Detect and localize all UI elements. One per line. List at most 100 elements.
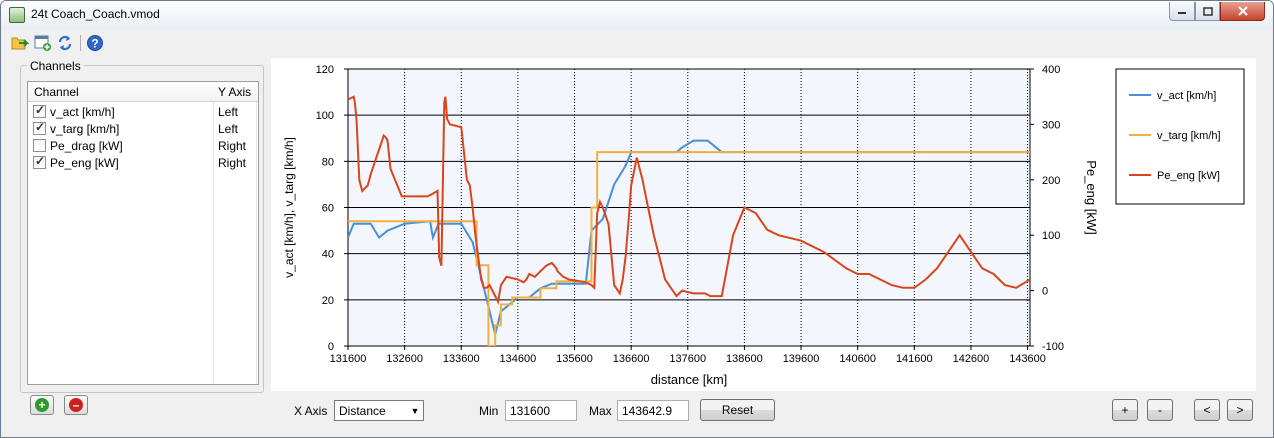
channel-axis[interactable]: Right xyxy=(218,139,246,153)
x-tick-label: 137600 xyxy=(669,353,706,365)
refresh-button[interactable] xyxy=(56,34,74,52)
y-left-tick-label: 20 xyxy=(322,295,334,307)
toolbar-separator xyxy=(80,35,81,51)
channel-checkbox[interactable] xyxy=(33,139,46,152)
zoom-out-label: - xyxy=(1158,403,1162,417)
table-row[interactable]: ✓ v_act [km/h] Left xyxy=(28,103,258,120)
reset-button[interactable]: Reset xyxy=(700,399,775,421)
y-left-tick-label: 100 xyxy=(316,110,334,122)
x-tick-label: 142600 xyxy=(953,353,990,365)
x-tick-label: 133600 xyxy=(443,353,480,365)
previous-label: < xyxy=(1203,403,1211,417)
channel-name: v_act [km/h] xyxy=(50,105,115,119)
minus-icon: – xyxy=(69,398,83,412)
open-file-button[interactable] xyxy=(11,34,30,52)
x-tick-label: 143600 xyxy=(1009,353,1046,365)
grid-header: Channel Y Axis xyxy=(28,82,258,102)
table-row[interactable]: ✓ v_targ [km/h] Left xyxy=(28,120,258,137)
window-title: 24t Coach_Coach.vmod xyxy=(31,7,160,21)
min-input[interactable]: 131600 xyxy=(505,400,577,421)
table-row[interactable]: ✓ Pe_eng [kW] Right xyxy=(28,154,258,171)
channel-checkbox[interactable]: ✓ xyxy=(33,120,46,135)
check-mark-icon: ✓ xyxy=(35,154,46,168)
y-left-tick-label: 60 xyxy=(322,203,334,215)
refresh-icon xyxy=(58,35,72,51)
add-file-button[interactable] xyxy=(34,34,52,52)
x-axis-select[interactable]: Distance ▼ xyxy=(334,400,424,421)
channel-checkbox[interactable]: ✓ xyxy=(33,103,46,118)
zoom-in-button[interactable]: + xyxy=(1112,399,1138,421)
app-window: 24t Coach_Coach.vmod ? Channels Channel … xyxy=(0,0,1274,438)
x-tick-label: 131600 xyxy=(330,353,367,365)
min-input-value: 131600 xyxy=(510,404,551,418)
min-label: Min xyxy=(479,404,499,418)
channels-group-label: Channels xyxy=(27,59,84,73)
help-icon: ? xyxy=(87,35,103,51)
legend-label-v-act: v_act [km/h] xyxy=(1157,90,1216,102)
chart[interactable]: 131600 132600 133600 134600 135600 136600 1376… xyxy=(271,58,1256,391)
y-right-tick-label: 300 xyxy=(1042,119,1060,131)
y-left-tick-label: 80 xyxy=(322,156,334,168)
x-tick-label: 136600 xyxy=(613,353,650,365)
x-tick-label: 132600 xyxy=(386,353,423,365)
channel-name: v_targ [km/h] xyxy=(50,122,120,136)
x-tick-label: 138600 xyxy=(726,353,763,365)
channels-grid: Channel Y Axis ✓ v_act [km/h] Left ✓ v_t… xyxy=(27,81,259,385)
x-tick-label: 139600 xyxy=(783,353,820,365)
x-tick-label: 141600 xyxy=(896,353,933,365)
app-icon xyxy=(9,7,25,23)
y-right-axis-title: Pe_eng [kW] xyxy=(1084,160,1099,234)
y-right-tick-label: -100 xyxy=(1042,341,1064,353)
channel-name: Pe_drag [kW] xyxy=(50,139,123,153)
channel-axis[interactable]: Right xyxy=(218,156,246,170)
close-button[interactable] xyxy=(1220,2,1265,21)
maximize-icon xyxy=(1202,6,1213,16)
channel-checkbox[interactable]: ✓ xyxy=(33,154,46,169)
title-bar: 24t Coach_Coach.vmod xyxy=(1,1,1273,29)
maximize-button[interactable] xyxy=(1195,2,1220,21)
legend-label-pe-eng: Pe_eng [kW] xyxy=(1157,170,1220,182)
svg-text:?: ? xyxy=(91,37,98,51)
max-label: Max xyxy=(589,404,612,418)
x-tick-label: 140600 xyxy=(839,353,876,365)
y-right-tick-label: 100 xyxy=(1042,230,1060,242)
channel-axis[interactable]: Left xyxy=(218,122,238,136)
y-right-tick-label: 200 xyxy=(1042,175,1060,187)
next-label: > xyxy=(1236,403,1244,417)
add-file-icon xyxy=(34,35,51,51)
column-header-y-axis[interactable]: Y Axis xyxy=(218,85,251,99)
minimize-button[interactable] xyxy=(1169,2,1195,21)
check-mark-icon: ✓ xyxy=(35,103,46,117)
y-left-tick-label: 120 xyxy=(316,64,334,76)
channel-name: Pe_eng [kW] xyxy=(50,156,119,170)
chevron-down-icon: ▼ xyxy=(410,405,420,416)
x-tick-label: 135600 xyxy=(556,353,593,365)
check-mark-icon: ✓ xyxy=(35,120,46,134)
close-icon xyxy=(1237,6,1248,16)
minimize-icon xyxy=(1178,12,1186,14)
x-axis-label: X Axis xyxy=(294,404,328,418)
plus-icon: + xyxy=(35,398,49,412)
y-right-tick-label: 0 xyxy=(1042,286,1048,298)
reset-button-label: Reset xyxy=(721,403,754,417)
help-button[interactable]: ? xyxy=(86,34,104,52)
x-tick-label: 134600 xyxy=(500,353,537,365)
column-header-channel[interactable]: Channel xyxy=(34,85,79,99)
next-button[interactable]: > xyxy=(1227,399,1253,421)
max-input-value: 143642.9 xyxy=(622,404,673,418)
legend-label-v-targ: v_targ [km/h] xyxy=(1157,130,1221,142)
zoom-in-label: + xyxy=(1121,403,1129,417)
chart-panel: 131600 132600 133600 134600 135600 136600 1376… xyxy=(271,58,1256,391)
zoom-out-button[interactable]: - xyxy=(1147,399,1173,421)
add-channel-button[interactable]: + xyxy=(30,395,54,415)
remove-channel-button[interactable]: – xyxy=(64,395,88,415)
previous-button[interactable]: < xyxy=(1194,399,1220,421)
open-file-icon xyxy=(11,37,30,50)
y-left-tick-label: 40 xyxy=(322,249,334,261)
y-right-tick-label: 400 xyxy=(1042,64,1060,76)
y-left-axis-title: v_act [km/h], v_targ [km/h] xyxy=(282,137,296,278)
max-input[interactable]: 143642.9 xyxy=(617,400,689,421)
toolbar: ? xyxy=(1,31,121,55)
channel-axis[interactable]: Left xyxy=(218,105,238,119)
table-row[interactable]: Pe_drag [kW] Right xyxy=(28,137,258,154)
